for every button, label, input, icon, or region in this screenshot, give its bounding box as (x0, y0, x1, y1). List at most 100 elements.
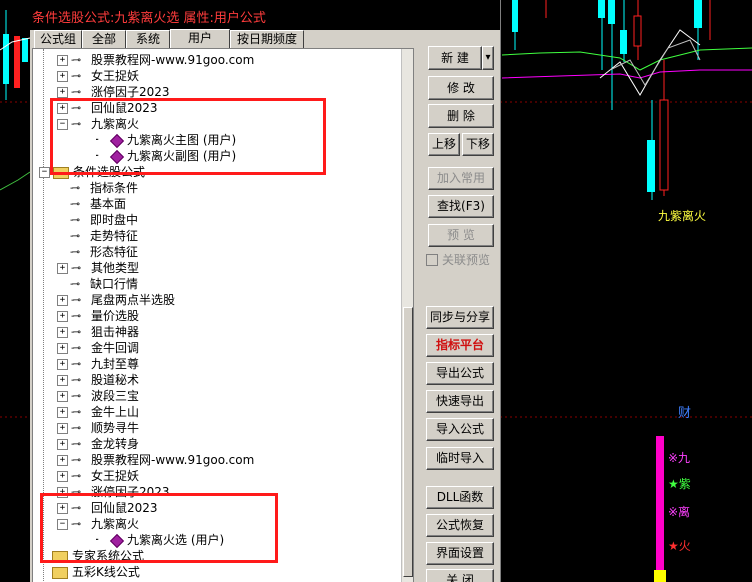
tree-item[interactable]: + -⊸ 金牛回调 (57, 340, 139, 356)
tree-item[interactable]: + -⊸ 股票教程网-www.91goo.com (57, 452, 254, 468)
scrollbar-thumb[interactable] (403, 307, 413, 577)
candle (14, 36, 20, 88)
expand-icon[interactable]: + (57, 87, 68, 98)
tab-all[interactable]: 全部 (82, 30, 126, 48)
tree-item[interactable]: ·· 九紫离火副图 (用户) (95, 148, 236, 164)
new-dropdown-arrow-icon[interactable]: ▾ (482, 46, 494, 70)
expand-icon[interactable]: + (57, 327, 68, 338)
modify-button[interactable]: 修 改 (428, 76, 494, 100)
sync-share-button[interactable]: 同步与分享 (426, 306, 494, 329)
key-node-icon: -⊸ (70, 278, 80, 290)
tree-item[interactable]: + -⊸ 狙击神器 (57, 324, 139, 340)
temp-import-button[interactable]: 临时导入 (426, 447, 494, 470)
tree-item[interactable]: + -⊸ 量价选股 (57, 308, 139, 324)
expand-icon[interactable]: + (57, 71, 68, 82)
expand-icon[interactable]: + (57, 263, 68, 274)
expand-icon[interactable]: + (57, 391, 68, 402)
tree-item[interactable]: + -⊸ 女王捉妖 (57, 68, 139, 84)
find-button[interactable]: 查找(F3) (428, 195, 494, 218)
tree-item[interactable]: -⊸ 形态特征 (57, 244, 138, 260)
folder-icon (52, 550, 68, 563)
tree-item-label: 缺口行情 (90, 277, 139, 291)
preview-button[interactable]: 预 览 (428, 224, 494, 247)
expand-icon[interactable]: + (57, 503, 68, 514)
branch-icon: ·· (95, 134, 99, 146)
dll-function-button[interactable]: DLL函数 (426, 486, 494, 509)
tree-item[interactable]: − -⊸ 九紫离火 (57, 116, 139, 132)
tree-item[interactable]: + -⊸ 其他类型 (57, 260, 139, 276)
link-preview-checkbox[interactable] (426, 254, 438, 266)
quick-export-button[interactable]: 快速导出 (426, 390, 494, 413)
tree-item[interactable]: + -⊸ 顺势寻牛 (57, 420, 139, 436)
tree-item[interactable]: + -⊸ 涨停因子2023 (57, 84, 170, 100)
tree-item[interactable]: + -⊸ 股道秘术 (57, 372, 139, 388)
expand-icon[interactable]: + (57, 471, 68, 482)
tree-item[interactable]: ·· 九紫离火主图 (用户) (95, 132, 236, 148)
tree-item[interactable]: + -⊸ 股票教程网-www.91goo.com (57, 52, 254, 68)
tree-item[interactable]: -⊸ 即时盘中 (57, 212, 138, 228)
expand-icon[interactable]: + (57, 55, 68, 66)
expand-icon[interactable]: + (57, 311, 68, 322)
new-button[interactable]: 新 建 (428, 46, 482, 70)
key-node-icon: -⊸ (71, 294, 81, 306)
tree-item[interactable]: + -⊸ 金龙转身 (57, 436, 139, 452)
expand-icon[interactable]: + (57, 295, 68, 306)
tree-item[interactable]: + -⊸ 九封至尊 (57, 356, 139, 372)
tree-item-selected-formula[interactable]: ·· 九紫离火选 (用户) (95, 532, 224, 548)
tree-item[interactable]: − 条件选股公式 (39, 164, 145, 180)
collapse-icon[interactable]: − (39, 167, 50, 178)
folder-icon (53, 166, 69, 179)
user-formula-icon (109, 133, 125, 148)
tree-item-label: 九紫离火 (91, 517, 140, 531)
expand-icon[interactable]: + (57, 487, 68, 498)
tree-item[interactable]: + -⊸ 尾盘两点半选股 (57, 292, 175, 308)
caijin-label: 财 (678, 406, 692, 421)
key-node-icon: -⊸ (71, 118, 81, 130)
tree-item[interactable]: + -⊸ 回仙鼠2023 (57, 500, 158, 516)
collapse-icon[interactable]: − (57, 119, 68, 130)
tab-formula-group[interactable]: 公式组 (34, 30, 82, 48)
tree-item[interactable]: -⊸ 缺口行情 (57, 276, 138, 292)
expand-icon[interactable]: + (57, 103, 68, 114)
expand-icon[interactable]: + (57, 375, 68, 386)
branch-icon: ·· (95, 534, 99, 546)
indicator-platform-button[interactable]: 指标平台 (426, 334, 494, 357)
tab-user[interactable]: 用户 (170, 29, 230, 49)
expand-icon[interactable]: + (57, 407, 68, 418)
tree-item[interactable]: + -⊸ 回仙鼠2023 (57, 100, 158, 116)
tree-item-label: 基本面 (90, 197, 127, 211)
tab-system[interactable]: 系统 (126, 30, 170, 48)
key-node-icon: -⊸ (71, 358, 81, 370)
delete-button[interactable]: 删 除 (428, 104, 494, 128)
tree-item[interactable]: + -⊸ 金牛上山 (57, 404, 139, 420)
tree-item-label: 金龙转身 (91, 437, 140, 451)
expand-icon[interactable]: + (57, 343, 68, 354)
move-down-button[interactable]: 下移 (462, 133, 494, 156)
formula-tree[interactable]: + -⊸ 股票教程网-www.91goo.com + -⊸ 女王捉妖 + -⊸ 涨停因子20… (32, 48, 414, 582)
key-node-icon: -⊸ (71, 438, 81, 450)
tree-item[interactable]: -⊸ 走势特征 (57, 228, 138, 244)
tab-by-date-frequency[interactable]: 按日期频度 (230, 30, 304, 48)
tree-item[interactable]: -⊸ 指标条件 (57, 180, 138, 196)
import-formula-button[interactable]: 导入公式 (426, 418, 494, 441)
expand-icon[interactable]: + (57, 359, 68, 370)
tree-item-label: 顺势寻牛 (91, 421, 140, 435)
tree-scrollbar[interactable] (401, 49, 413, 582)
collapse-icon[interactable]: − (57, 519, 68, 530)
tree-item[interactable]: + -⊸ 女王捉妖 (57, 468, 139, 484)
move-up-button[interactable]: 上移 (428, 133, 460, 156)
add-to-common-button[interactable]: 加入常用 (428, 167, 494, 190)
tree-item[interactable]: + -⊸ 涨停因子2023 (57, 484, 170, 500)
export-formula-button[interactable]: 导出公式 (426, 362, 494, 385)
expand-icon[interactable]: + (57, 455, 68, 466)
tree-item[interactable]: 五彩K线公式 (39, 564, 140, 580)
tree-item[interactable]: + -⊸ 波段三宝 (57, 388, 139, 404)
close-button[interactable]: 关 闭 (426, 569, 494, 582)
tree-item[interactable]: − -⊸ 九紫离火 (57, 516, 139, 532)
expand-icon[interactable]: + (57, 439, 68, 450)
ui-settings-button[interactable]: 界面设置 (426, 542, 494, 565)
formula-restore-button[interactable]: 公式恢复 (426, 514, 494, 537)
expand-icon[interactable]: + (57, 423, 68, 434)
tree-item[interactable]: -⊸ 基本面 (57, 196, 126, 212)
tree-item[interactable]: 专家系统公式 (39, 548, 144, 564)
